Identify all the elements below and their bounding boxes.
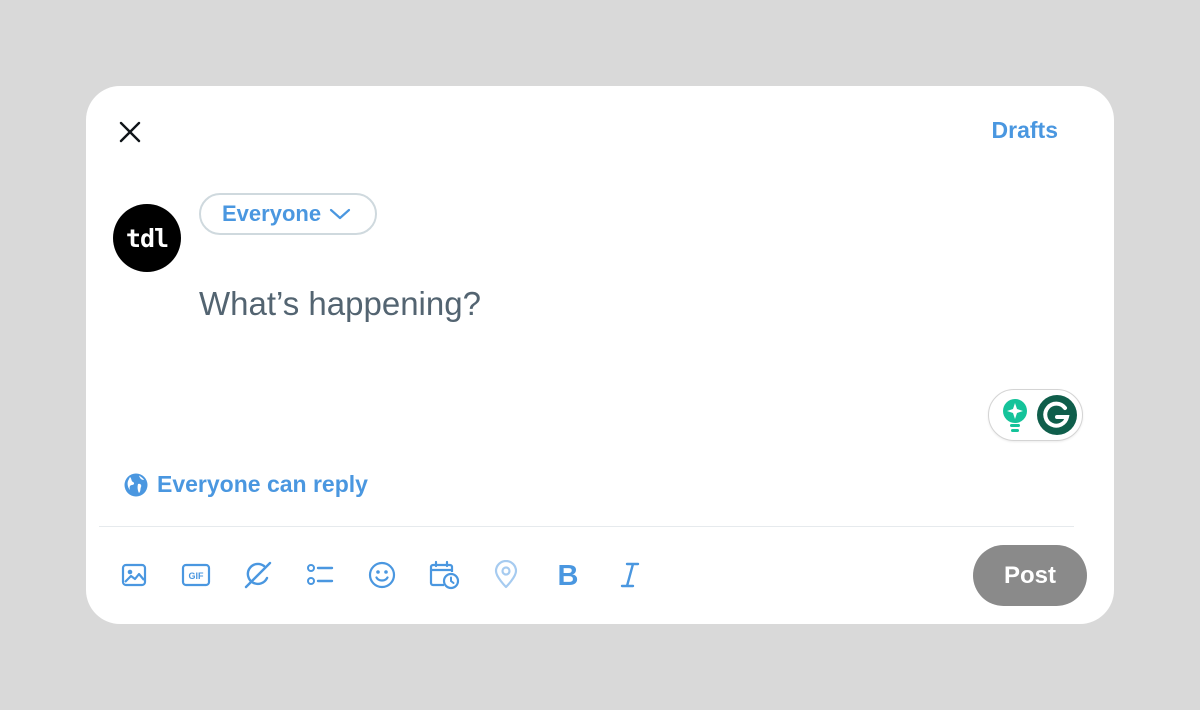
media-icon [121,563,147,587]
gif-button[interactable]: GIF [178,557,214,593]
gif-label: GIF [189,571,205,581]
avatar[interactable]: tdl [113,204,181,272]
compose-input[interactable] [199,282,979,326]
location-button[interactable] [488,557,524,593]
grok-button[interactable] [240,557,276,593]
compose-toolbar: GIF B [116,557,674,593]
bold-label: B [558,560,579,590]
chevron-down-icon [329,208,351,220]
emoji-icon [368,561,396,589]
bold-icon: B [558,560,579,590]
audience-selector[interactable]: Everyone [199,193,378,235]
close-button[interactable] [114,116,146,148]
poll-icon [307,564,334,585]
divider [99,526,1074,527]
media-button[interactable] [116,557,152,593]
bold-button[interactable]: B [550,557,586,593]
close-icon [119,121,141,143]
schedule-button[interactable] [426,557,462,593]
grammarly-icon[interactable] [1035,393,1079,437]
post-button[interactable]: Post [973,545,1087,606]
avatar-text: tdl [125,223,169,253]
audience-label: Everyone [222,201,322,226]
gif-icon: GIF [181,563,211,587]
location-icon [494,560,518,589]
globe-icon [124,473,148,496]
grammarly-widget[interactable] [988,389,1083,441]
emoji-button[interactable] [364,557,400,593]
reply-setting-label: Everyone can reply [157,471,368,497]
compose-dialog: Drafts tdl Everyone Everyone can reply [86,86,1114,624]
italic-icon [620,562,640,588]
italic-button[interactable] [612,557,648,593]
lightbulb-icon[interactable] [997,395,1033,435]
schedule-icon [429,560,460,590]
reply-setting-button[interactable]: Everyone can reply [123,471,368,498]
poll-button[interactable] [302,557,338,593]
drafts-button[interactable]: Drafts [992,117,1058,144]
grok-icon [244,561,272,589]
